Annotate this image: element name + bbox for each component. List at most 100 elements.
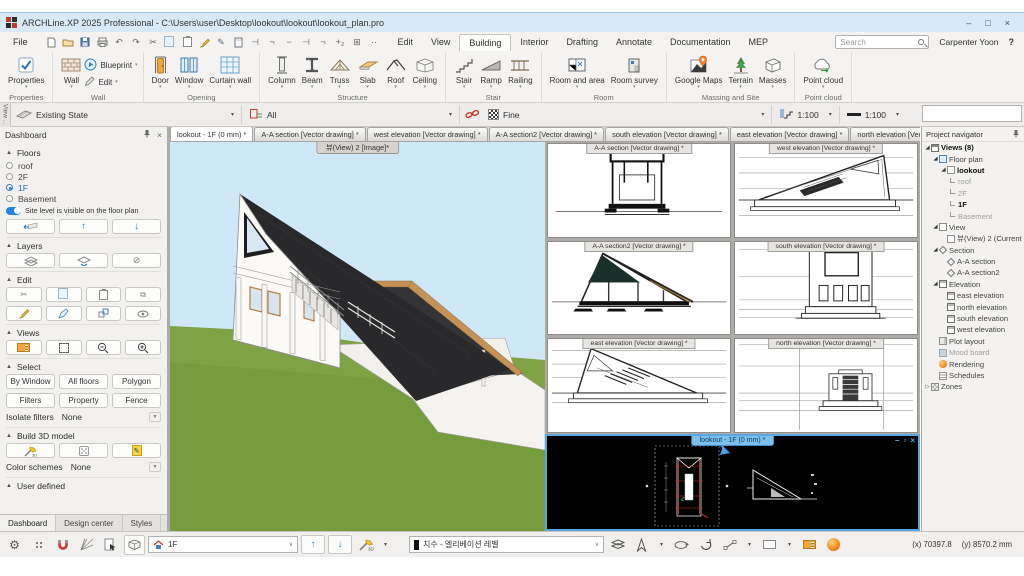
user-defined-section-header[interactable]: ▲User defined [6, 477, 161, 491]
tree-item-mood-board[interactable]: Mood board [922, 347, 1024, 358]
curtain-wall-button[interactable]: Curtain wall ▾ [206, 54, 254, 89]
corner-constraint-icon[interactable]: ¬ [266, 36, 279, 49]
menu-file[interactable]: File [4, 34, 37, 50]
select-section-header[interactable]: ▲Select [6, 358, 161, 372]
select-all-floors-button[interactable]: All floors [59, 374, 108, 389]
select-property-button[interactable]: Property [59, 393, 108, 408]
copy-properties-button[interactable]: ⧉ [125, 287, 161, 302]
tee-constraint-icon[interactable]: ⊣ [300, 36, 313, 49]
state-selector[interactable]: Existing State [11, 105, 226, 125]
cut-button[interactable]: ✂ [6, 287, 42, 302]
tree-item-views[interactable]: ◢Views (8) [922, 142, 1024, 153]
pin-icon[interactable] [143, 129, 151, 140]
window-button[interactable]: Window ▾ [172, 54, 206, 89]
pane-east-elevation[interactable]: east elevation [Vector drawing] * [547, 338, 731, 433]
select-cursor-icon[interactable] [631, 535, 652, 555]
panel-close-icon[interactable]: × [157, 130, 162, 140]
edit-3d-button[interactable]: ✎ [112, 443, 161, 458]
box-3d-icon[interactable] [124, 535, 145, 555]
tree-item-2f[interactable]: 2F [922, 188, 1024, 199]
tree-item-basement[interactable]: Basement [922, 210, 1024, 221]
viewport-3d-title[interactable]: 뷰(View) 2 [Image]* [316, 142, 399, 154]
slab-button[interactable]: Slab ▾ [354, 54, 382, 89]
pane-title[interactable]: north elevation [Vector drawing] * [768, 339, 884, 349]
layers-status-icon[interactable] [607, 535, 628, 555]
swatch-dropdown-caret[interactable]: ▾ [783, 541, 796, 548]
view-side-tab[interactable]: View ... [0, 103, 11, 127]
redo-icon[interactable]: ↷ [130, 36, 143, 49]
more-options-icon[interactable]: ·· [368, 36, 381, 49]
tab-north-elevation[interactable]: north elevation [Vector drawing] * [850, 127, 920, 141]
cut-icon[interactable]: ✂ [147, 36, 160, 49]
floor-option-2f[interactable]: 2F [6, 171, 161, 182]
pane-north-elevation[interactable]: north elevation [Vector drawing] * [734, 338, 918, 433]
edit-pencil-icon[interactable]: ✎ [215, 36, 228, 49]
floor-option-basement[interactable]: Basement [6, 193, 161, 204]
eyedropper-button[interactable] [46, 306, 82, 321]
blueprint-button[interactable]: Blueprint ▾ [84, 58, 137, 73]
line-segment-icon[interactable] [719, 535, 740, 555]
tree-item-roof[interactable]: roof [922, 176, 1024, 187]
tree-item-aa-section2[interactable]: A-A section2 [922, 267, 1024, 278]
select-fence-button[interactable]: Fence [112, 393, 161, 408]
calculator-icon[interactable] [232, 36, 245, 49]
pane-title[interactable]: A-A section2 [Vector drawing] * [584, 242, 693, 252]
constraint-tee-icon[interactable]: ⊣ [249, 36, 262, 49]
dash-constraint-icon[interactable]: − [283, 36, 296, 49]
floor-up-button[interactable]: ↑ [301, 535, 325, 554]
terrain-button[interactable]: Terrain ▾ [725, 54, 755, 89]
select-polygon-button[interactable]: Polygon [112, 374, 161, 389]
tab-aa-section[interactable]: A-A section [Vector drawing] * [254, 127, 365, 141]
cad-floorplan-pane[interactable]: lookout - 1F (0 mm) * – ▫ × [545, 434, 920, 531]
build-3d-section-header[interactable]: ▲Build 3D model [6, 427, 161, 441]
tree-item-view[interactable]: ◢View [922, 222, 1024, 233]
pane-title[interactable]: south elevation [Vector drawing] * [768, 242, 885, 252]
magnet-snap-icon[interactable] [52, 535, 73, 555]
command-selector[interactable]: 치수 - 엘리베이션 레벨 ∨ [409, 536, 604, 553]
pane-title[interactable]: west elevation [Vector drawing] * [769, 144, 883, 154]
tree-item-north-elevation[interactable]: north elevation [922, 301, 1024, 312]
close-button[interactable]: × [1005, 18, 1010, 28]
menu-mep[interactable]: MEP [740, 34, 778, 50]
tree-item-plot-layout[interactable]: Plot layout [922, 336, 1024, 347]
google-maps-button[interactable]: Google Maps ▾ [672, 54, 726, 89]
menu-view[interactable]: View [422, 34, 459, 50]
tab-south-elevation[interactable]: south elevation [Vector drawing] * [605, 127, 729, 141]
pin-icon[interactable] [1012, 129, 1020, 140]
cad-maximize-icon[interactable]: ▫ [903, 436, 906, 445]
zoom-extents-button[interactable] [46, 340, 82, 355]
tree-item-section[interactable]: ◢Section [922, 245, 1024, 256]
minimize-button[interactable]: – [966, 18, 971, 28]
viewport-3d[interactable]: 뷰(View) 2 [Image]* [170, 142, 545, 531]
ramp-button[interactable]: Ramp ▾ [477, 54, 505, 89]
tab-lookout-1f[interactable]: lookout - 1F (0 mm) * [170, 127, 253, 141]
tree-item-west-elevation[interactable]: west elevation [922, 324, 1024, 335]
door-button[interactable]: Door ▾ [149, 54, 172, 89]
pane-aa-section[interactable]: A-A section [Vector drawing] * [547, 143, 731, 238]
layer-walk-button[interactable] [59, 253, 108, 268]
color-swatch-selector[interactable] [759, 535, 780, 555]
menu-interior[interactable]: Interior [511, 34, 557, 50]
search-input[interactable]: Search [835, 35, 929, 49]
orbit-view-icon[interactable] [671, 535, 692, 555]
ray-tracking-icon[interactable] [76, 535, 97, 555]
layer-selector[interactable]: All [244, 105, 444, 125]
link-layers-icon[interactable] [462, 105, 483, 125]
render-image-icon[interactable] [799, 535, 820, 555]
paste-icon[interactable] [181, 36, 194, 49]
floor-down-button[interactable]: ↓ [328, 535, 352, 554]
settings-gear-icon[interactable]: ⚙ [4, 535, 25, 555]
cad-pane-title[interactable]: lookout - 1F (0 mm) * [691, 435, 775, 446]
truss-button[interactable]: Truss ▾ [326, 54, 354, 89]
save-icon[interactable] [79, 36, 92, 49]
grid-toggle-icon[interactable]: ⊞ [351, 36, 364, 49]
build-3d-hammer-icon[interactable]: 3D [355, 535, 376, 555]
floor-selector[interactable]: 1F ∨ [148, 536, 298, 553]
format-painter-icon[interactable] [198, 36, 211, 49]
color-dropdown-caret[interactable]: ▼ [149, 462, 161, 472]
wall-button[interactable]: Wall ▾ [58, 54, 84, 89]
build-3d-button[interactable]: 3D [6, 443, 55, 458]
resize-button[interactable] [86, 306, 122, 321]
tree-item-elevation[interactable]: ◢Elevation [922, 279, 1024, 290]
layers-section-header[interactable]: ▲Layers [6, 237, 161, 251]
